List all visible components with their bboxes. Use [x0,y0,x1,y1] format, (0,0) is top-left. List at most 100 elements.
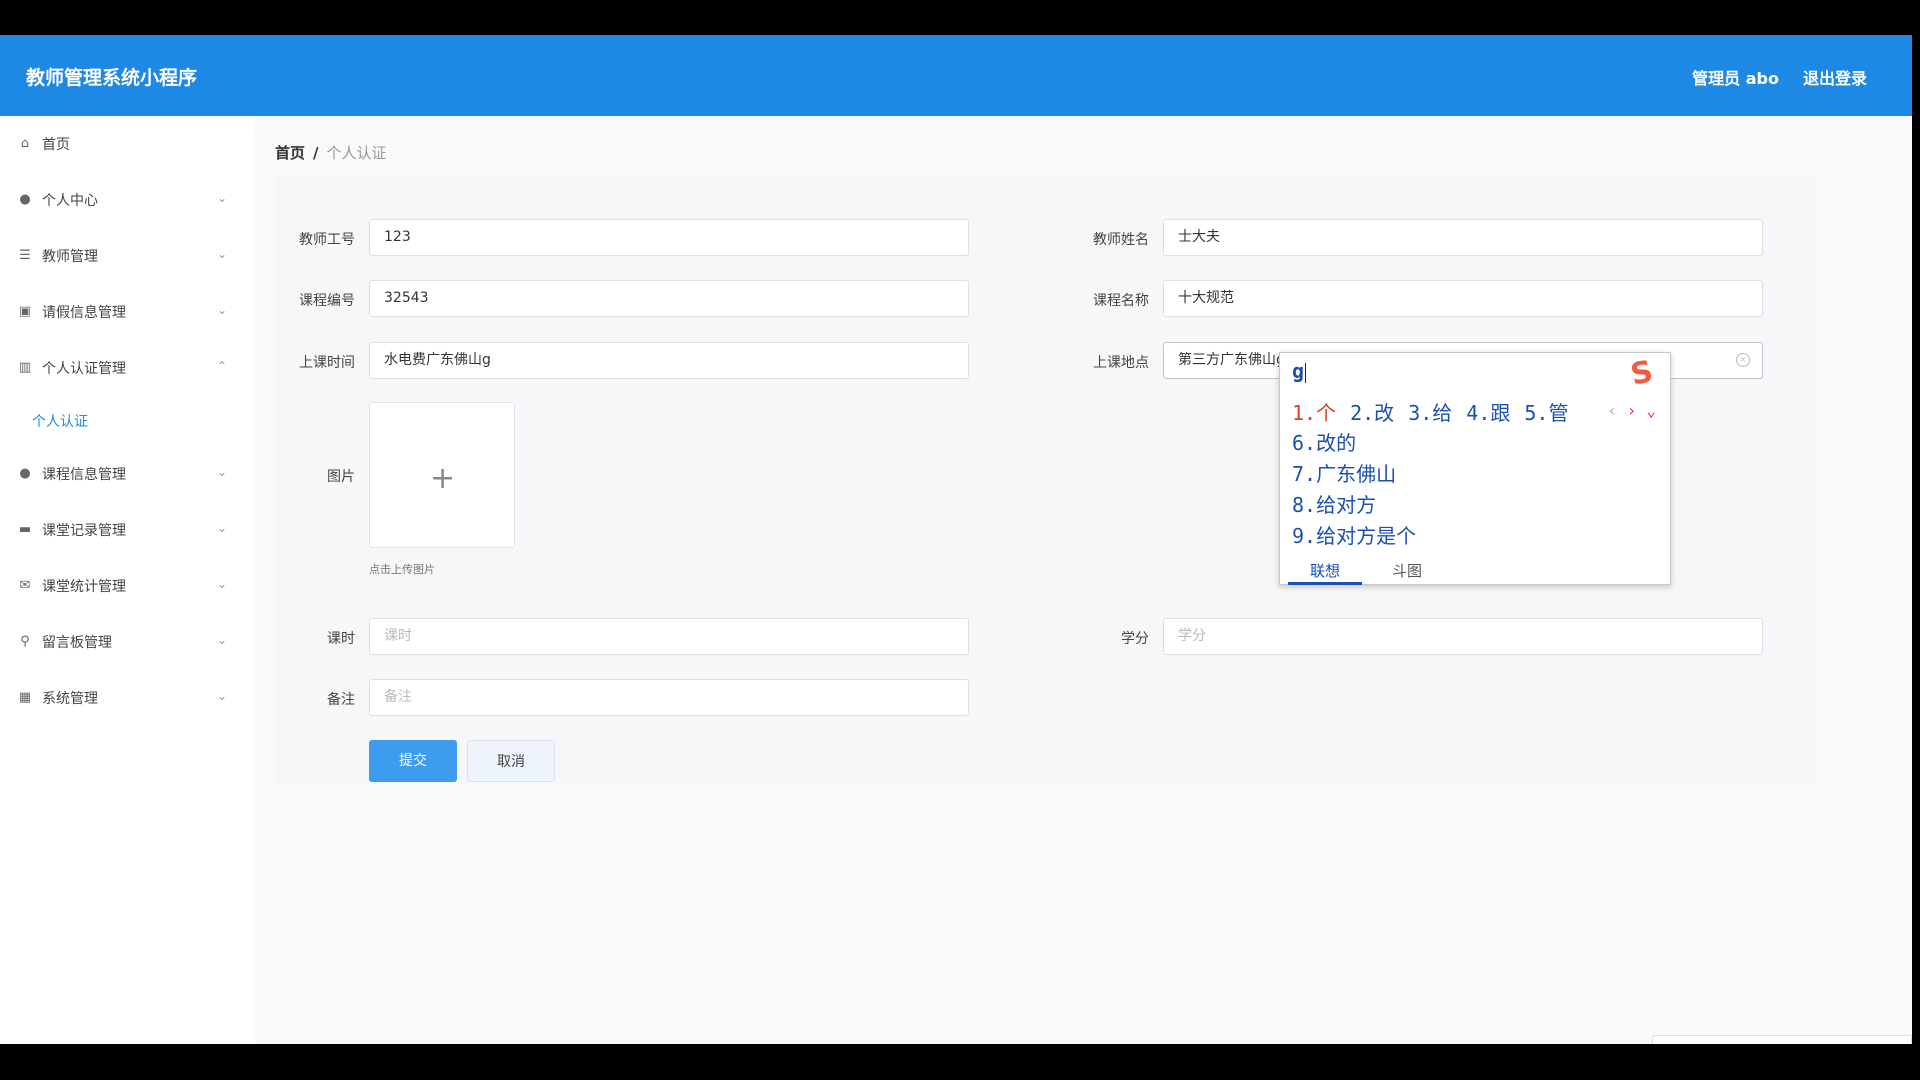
ime-input-text: g [1292,359,1305,383]
home-icon: ⌂ [20,136,30,151]
screen-edge [1912,0,1920,1080]
class-time-label: 上课时间 [299,355,355,371]
monitor-icon: ▬ [18,522,32,537]
sidebar-item-label: 课程信息管理 [42,467,126,483]
mic-icon: ⚲ [20,634,30,649]
ime-candidate[interactable]: 7.广东佛山 [1292,458,1396,487]
ime-candidate[interactable]: 9.给对方是个 [1292,520,1416,549]
class-location-value: 第三方广东佛山g [1178,352,1285,368]
ime-composition: g [1292,359,1307,383]
breadcrumb: 首页 / 个人认证 [275,142,387,163]
sidebar-item-personal-center[interactable]: ● 个人中心 ⌄ [0,172,255,228]
ime-candidate[interactable]: 3.给 [1408,401,1452,425]
chevron-down-icon: ⌄ [216,247,227,261]
sidebar-item-label: 个人中心 [42,193,98,209]
top-header: 教师管理系统小程序 管理员 abo 退出登录 [0,35,1912,116]
bar-chart-icon: ▥ [18,360,32,375]
user-icon: ● [19,192,31,207]
grid-icon: ▦ [18,690,32,705]
upload-hint: 点击上传图片 [369,563,435,576]
ime-mode-toggle[interactable]: 中 [1701,1043,1721,1045]
image-upload-area[interactable]: + [369,402,515,548]
chevron-down-icon: ⌄ [216,303,227,317]
teacher-id-input[interactable]: 123 [369,219,969,256]
chevron-left-icon[interactable]: ‹ [1607,401,1617,420]
admin-user-label[interactable]: 管理员 abo [1692,65,1779,89]
sidebar-item-class-record-management[interactable]: ▬ 课堂记录管理 ⌄ [0,502,255,558]
mail-icon: ✉ [19,578,31,593]
sogou-logo-icon: S [1627,354,1657,393]
person-icon: ● [19,466,31,481]
chevron-down-icon: ⌄ [216,191,227,205]
sidebar-item-label: 首页 [42,137,70,153]
sidebar-item-label: 留言板管理 [42,635,112,651]
course-name-label: 课程名称 [1093,293,1149,309]
top-right-actions: 管理员 abo 退出登录 [1692,65,1867,89]
remark-label: 备注 [327,692,355,708]
sidebar-item-home[interactable]: ⌂ 首页 [0,116,255,172]
ime-candidate[interactable]: 1.个 [1292,401,1336,425]
sidebar-item-teacher-management[interactable]: ☰ 教师管理 ⌄ [0,228,255,284]
sidebar-item-leave-management[interactable]: ▣ 请假信息管理 ⌄ [0,284,255,340]
logout-button[interactable]: 退出登录 [1803,65,1867,89]
sidebar-item-certification-management[interactable]: ▥ 个人认证管理 ⌃ [0,340,255,396]
ime-candidate-popup: g S 1.个 2.改 3.给 4.跟 5.管 ‹ › ⌄ 6.改的 7.广东佛山 8.… [1279,352,1671,585]
course-name-input[interactable]: 十大规范 [1163,280,1763,317]
chevron-right-icon[interactable]: › [1627,401,1637,420]
list-icon: ☰ [19,248,31,263]
chevron-up-icon: ⌃ [216,359,227,373]
chevron-down-icon: ⌄ [216,577,227,591]
chevron-down-icon: ⌄ [216,465,227,479]
breadcrumb-current: 个人认证 [326,144,387,162]
sidebar-item-label: 个人认证管理 [42,361,126,377]
ime-candidate-row: 1.个 2.改 3.给 4.跟 5.管 [1292,397,1582,426]
clear-input-icon[interactable]: × [1736,353,1750,367]
chevron-down-icon[interactable]: ⌄ [1646,401,1656,420]
sogou-logo-icon: S [1658,1039,1685,1044]
ime-status-bar: S 中 °, ☺ ✎ 🎤 ▦ [1652,1035,1912,1044]
sidebar-item-message-board[interactable]: ⚲ 留言板管理 ⌄ [0,614,255,670]
sidebar-item-system-management[interactable]: ▦ 系统管理 ⌄ [0,670,255,726]
app-title: 教师管理系统小程序 [26,67,198,89]
sidebar-item-label: 课堂统计管理 [42,579,126,595]
credit-label: 学分 [1121,631,1149,647]
sidebar: ⌂ 首页 ● 个人中心 ⌄ ☰ 教师管理 ⌄ ▣ 请假信息管理 ⌄ ▥ 个人认证… [0,116,255,1044]
sidebar-item-label: 请假信息管理 [42,305,126,321]
ime-candidate[interactable]: 4.跟 [1466,401,1510,425]
credit-input[interactable]: 学分 [1163,618,1763,655]
sidebar-subitem-certification[interactable]: 个人认证 [0,396,255,446]
breadcrumb-home[interactable]: 首页 [275,144,305,162]
class-location-label: 上课地点 [1093,355,1149,371]
sidebar-item-course-management[interactable]: ● 课程信息管理 ⌄ [0,446,255,502]
submit-button[interactable]: 提交 [369,740,457,782]
chevron-down-icon: ⌄ [216,633,227,647]
sidebar-item-label: 课堂记录管理 [42,523,126,539]
teacher-id-label: 教师工号 [299,232,355,248]
ime-tabs: 联想 斗图 [1280,556,1670,585]
breadcrumb-separator: / [313,144,319,162]
hours-input[interactable]: 课时 [369,618,969,655]
ime-candidate[interactable]: 6.改的 [1292,427,1356,456]
ime-candidate[interactable]: 5.管 [1524,401,1568,425]
course-id-label: 课程编号 [299,293,355,309]
sidebar-item-label: 个人认证 [32,414,88,430]
ime-candidate[interactable]: 8.给对方 [1292,489,1376,518]
clipboard-icon: ▣ [18,304,32,319]
course-id-input[interactable]: 32543 [369,280,969,317]
ime-page-nav: ‹ › ⌄ [1607,401,1656,420]
hours-label: 课时 [327,631,355,647]
cancel-button[interactable]: 取消 [467,740,555,782]
teacher-name-label: 教师姓名 [1093,232,1149,248]
app-window: 教师管理系统小程序 管理员 abo 退出登录 ⌂ 首页 ● 个人中心 ⌄ ☰ 教… [0,35,1912,1044]
class-time-input[interactable]: 水电费广东佛山g [369,342,969,379]
chevron-down-icon: ⌄ [216,689,227,703]
plus-icon: + [430,461,456,496]
remark-input[interactable]: 备注 [369,679,969,716]
chevron-down-icon: ⌄ [216,521,227,535]
tab-association[interactable]: 联想 [1288,560,1363,585]
ime-candidate[interactable]: 2.改 [1350,401,1394,425]
teacher-name-input[interactable]: 士大夫 [1163,219,1763,256]
image-label: 图片 [327,469,355,485]
tab-meme[interactable]: 斗图 [1392,560,1422,581]
sidebar-item-class-stats-management[interactable]: ✉ 课堂统计管理 ⌄ [0,558,255,614]
